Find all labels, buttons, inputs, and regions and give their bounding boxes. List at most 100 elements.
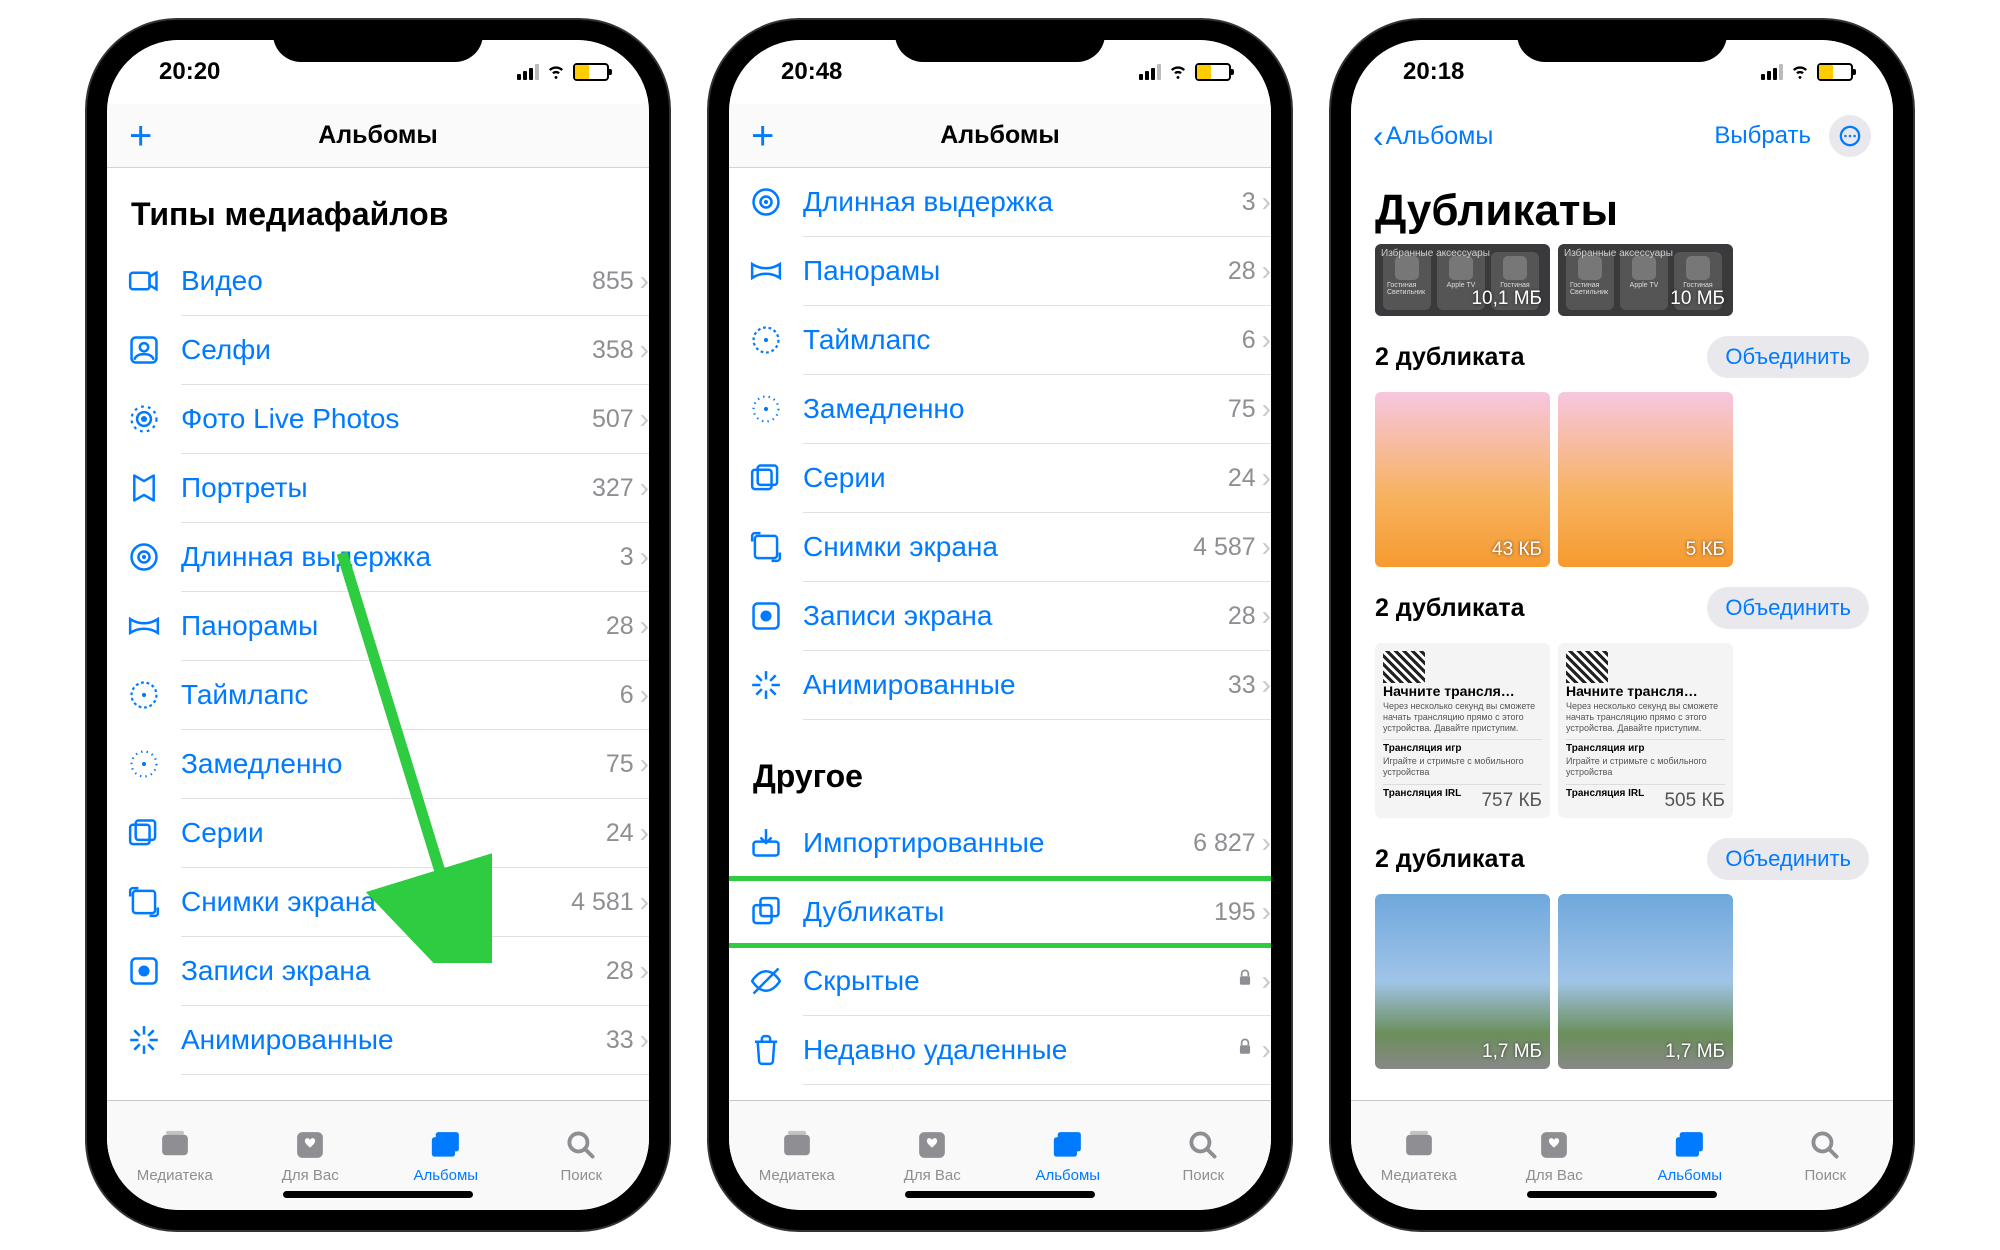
chevron-right-icon: › bbox=[640, 610, 649, 642]
merge-button[interactable]: Объединить bbox=[1707, 587, 1869, 629]
tab-search[interactable]: Поиск bbox=[1136, 1101, 1272, 1210]
nav-bar: + Альбомы bbox=[107, 104, 649, 168]
back-button[interactable]: ‹Альбомы bbox=[1373, 120, 1493, 152]
duplicate-group: 2 дубликатаОбъединить43 КБ5 КБ bbox=[1351, 316, 1893, 567]
row-count: 4 587 bbox=[1193, 533, 1256, 562]
list-row[interactable]: Снимки экрана4 587› bbox=[729, 513, 1271, 581]
merge-button[interactable]: Объединить bbox=[1707, 838, 1869, 880]
list-row[interactable]: Таймлапс6› bbox=[107, 661, 649, 729]
list-row[interactable]: Видео855› bbox=[107, 247, 649, 315]
row-count: 6 827 bbox=[1193, 829, 1256, 858]
list-row[interactable]: Недавно удаленные› bbox=[729, 1016, 1271, 1084]
chevron-right-icon: › bbox=[1262, 1034, 1271, 1066]
home-indicator[interactable] bbox=[1527, 1191, 1717, 1198]
longexp-icon bbox=[107, 539, 181, 575]
status-bar: 20:48 bbox=[729, 40, 1271, 104]
row-label: Записи экрана bbox=[803, 600, 1228, 632]
row-count: 24 bbox=[606, 819, 634, 848]
list-row[interactable]: Панорамы28› bbox=[107, 592, 649, 660]
tab-library[interactable]: Медиатека bbox=[107, 1101, 243, 1210]
content-area[interactable]: Дубликаты Избранные аксессуары Гостиная … bbox=[1351, 168, 1893, 1100]
select-button[interactable]: Выбрать bbox=[1714, 122, 1811, 150]
list-row[interactable]: Селфи358› bbox=[107, 316, 649, 384]
chevron-right-icon: › bbox=[1262, 827, 1271, 859]
list-row[interactable]: Портреты327› bbox=[107, 454, 649, 522]
thumbnail[interactable]: Избранные аксессуары Гостиная Светильник… bbox=[1375, 244, 1550, 316]
row-count: 327 bbox=[592, 474, 634, 503]
thumbnail[interactable]: Начните трансля…Через несколько секунд в… bbox=[1558, 643, 1733, 818]
annotation-highlight bbox=[729, 876, 1271, 948]
row-label: Серии bbox=[181, 817, 606, 849]
list-row[interactable]: Снимки экрана4 581› bbox=[107, 868, 649, 936]
screenshot-icon bbox=[729, 529, 803, 565]
phone-frame-3: 20:18 ‹Альбомы Выбрать Дубликаты Избранн… bbox=[1331, 20, 1913, 1230]
thumbnail[interactable]: 1,7 МБ bbox=[1558, 894, 1733, 1069]
list-row[interactable]: Записи экрана28› bbox=[729, 582, 1271, 650]
tab-label: Поиск bbox=[1804, 1167, 1846, 1184]
home-indicator[interactable] bbox=[283, 1191, 473, 1198]
row-label: Селфи bbox=[181, 334, 592, 366]
add-button[interactable]: + bbox=[751, 116, 774, 156]
add-button[interactable]: + bbox=[129, 116, 152, 156]
wifi-icon bbox=[1167, 59, 1189, 86]
row-label: Снимки экрана bbox=[181, 886, 571, 918]
chevron-right-icon: › bbox=[640, 541, 649, 573]
more-button[interactable] bbox=[1829, 115, 1871, 157]
chevron-right-icon: › bbox=[1262, 462, 1271, 494]
list-row[interactable]: Серии24› bbox=[107, 799, 649, 867]
other-list: Импортированные6 827›Дубликаты195›Скрыты… bbox=[729, 809, 1271, 1095]
duplicate-group: 2 дубликатаОбъединить1,7 МБ1,7 МБ bbox=[1351, 818, 1893, 1069]
chevron-right-icon: › bbox=[640, 817, 649, 849]
chevron-right-icon: › bbox=[1262, 965, 1271, 997]
thumbnail[interactable]: 43 КБ bbox=[1375, 392, 1550, 567]
row-label: Фото Live Photos bbox=[181, 403, 592, 435]
chevron-left-icon: ‹ bbox=[1373, 120, 1384, 152]
duplicate-thumbs: Начните трансля…Через несколько секунд в… bbox=[1375, 643, 1869, 818]
content-area[interactable]: Длинная выдержка3›Панорамы28›Таймлапс6›З… bbox=[729, 168, 1271, 1100]
list-row[interactable]: Серии24› bbox=[729, 444, 1271, 512]
tab-search[interactable]: Поиск bbox=[514, 1101, 650, 1210]
longexp-icon bbox=[729, 184, 803, 220]
list-row[interactable]: Длинная выдержка3› bbox=[107, 523, 649, 591]
list-row[interactable]: Записи экрана28› bbox=[107, 937, 649, 1005]
list-row[interactable]: Импортированные6 827› bbox=[729, 809, 1271, 877]
thumbnail[interactable]: 1,7 МБ bbox=[1375, 894, 1550, 1069]
panorama-icon bbox=[729, 253, 803, 289]
merge-button[interactable]: Объединить bbox=[1707, 336, 1869, 378]
cellular-icon bbox=[1139, 64, 1161, 80]
row-label: Портреты bbox=[181, 472, 592, 504]
list-row[interactable]: Замедленно75› bbox=[107, 730, 649, 798]
row-label: Скрытые bbox=[803, 965, 1234, 997]
section-header-other: Другое bbox=[729, 730, 1271, 809]
row-count: 3 bbox=[1242, 188, 1256, 217]
tab-label: Для Вас bbox=[1526, 1167, 1583, 1184]
list-row[interactable]: Таймлапс6› bbox=[729, 306, 1271, 374]
content-area[interactable]: Типы медиафайлов Видео855›Селфи358›Фото … bbox=[107, 168, 649, 1100]
chevron-right-icon: › bbox=[1262, 600, 1271, 632]
tab-label: Для Вас bbox=[282, 1167, 339, 1184]
screenrec-icon bbox=[107, 953, 181, 989]
chevron-right-icon: › bbox=[640, 265, 649, 297]
list-row[interactable]: Фото Live Photos507› bbox=[107, 385, 649, 453]
home-indicator[interactable] bbox=[905, 1191, 1095, 1198]
row-label: Анимированные bbox=[181, 1024, 606, 1056]
tab-library[interactable]: Медиатека bbox=[729, 1101, 865, 1210]
tab-search[interactable]: Поиск bbox=[1758, 1101, 1894, 1210]
list-row[interactable]: Длинная выдержка3› bbox=[729, 168, 1271, 236]
duplicate-thumbs: 1,7 МБ1,7 МБ bbox=[1375, 894, 1869, 1069]
chevron-right-icon: › bbox=[640, 955, 649, 987]
row-count: 6 bbox=[1242, 326, 1256, 355]
list-row[interactable]: Панорамы28› bbox=[729, 237, 1271, 305]
row-count: 28 bbox=[606, 612, 634, 641]
list-row[interactable]: Замедленно75› bbox=[729, 375, 1271, 443]
list-row[interactable]: Дубликаты195› bbox=[729, 878, 1271, 946]
thumbnail[interactable]: Избранные аксессуары Гостиная Светильник… bbox=[1558, 244, 1733, 316]
selfie-icon bbox=[107, 332, 181, 368]
tab-library[interactable]: Медиатека bbox=[1351, 1101, 1487, 1210]
list-row[interactable]: Скрытые › bbox=[729, 947, 1271, 1015]
list-row[interactable]: Анимированные33› bbox=[107, 1006, 649, 1074]
thumbnail[interactable]: 5 КБ bbox=[1558, 392, 1733, 567]
media-types-list-continued: Длинная выдержка3›Панорамы28›Таймлапс6›З… bbox=[729, 168, 1271, 730]
thumbnail[interactable]: Начните трансля…Через несколько секунд в… bbox=[1375, 643, 1550, 818]
list-row[interactable]: Анимированные33› bbox=[729, 651, 1271, 719]
